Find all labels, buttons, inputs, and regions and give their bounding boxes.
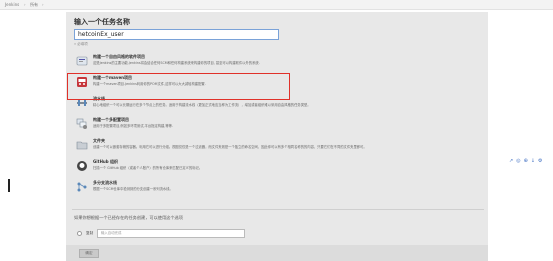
freestyle-project-icon <box>76 56 88 66</box>
job-type-description: 扫描一个 GitHub 组织（或者个人账户）的所有仓库来匹配已定义的标记。 <box>93 166 203 170</box>
job-type-description: 精心地组织一个可以长期运行在多个节点上的任务。适用于构建流水线（更加正式地应当称… <box>93 103 311 107</box>
target-icon[interactable]: ◎ <box>516 158 520 165</box>
add-icon[interactable]: ⊕ <box>524 158 528 165</box>
breadcrumb-separator-2: › <box>42 2 44 7</box>
selection-highlight <box>67 73 290 100</box>
github-org-icon <box>77 161 87 171</box>
breadcrumb-all[interactable]: 所有 <box>30 0 38 9</box>
multi-config-icon <box>76 118 87 129</box>
left-edge-marker <box>8 179 10 192</box>
required-hint: » 必填项 <box>74 42 88 46</box>
new-item-panel: 输入一个任务名称 hetcoinEx_user » 必填项 构建一个自由风格的软… <box>66 12 488 261</box>
share-icon[interactable]: ↗ <box>509 158 513 165</box>
button-bar: 确定 <box>66 245 488 261</box>
job-type-folder[interactable]: 文件夹 创建一个可以嵌套存储的容器。利用它可以进行分组。视图仅仅是一个过滤器，而… <box>70 136 484 156</box>
job-type-multibranch[interactable]: 多分支流水线 根据一个SCM仓库中检测到的分支创建一系列流水线。 <box>70 178 484 198</box>
item-name-input[interactable]: hetcoinEx_user <box>74 29 279 40</box>
job-type-freestyle[interactable]: 构建一个自由风格的软件项目 这是Jenkins的主要功能.Jenkins将会结合… <box>70 52 484 72</box>
job-type-description: 根据一个SCM仓库中检测到的分支创建一系列流水线。 <box>93 187 173 191</box>
breadcrumb-bar: Jenkins › 所有 › <box>0 0 553 10</box>
job-type-github-org[interactable]: GitHub 组织 扫描一个 GitHub 组织（或者个人账户）的所有仓库来匹配… <box>70 157 484 177</box>
breadcrumb-separator: › <box>24 2 26 7</box>
job-type-description: 适用于多配置项目,例如多环境测试,平台指定构建,等等. <box>93 124 174 128</box>
copy-label: 复制 <box>86 231 94 235</box>
copy-from-input[interactable]: 输入自动完成 <box>97 229 245 238</box>
breadcrumb-jenkins[interactable]: Jenkins <box>5 0 19 9</box>
page-title: 输入一个任务名称 <box>74 18 130 26</box>
download-icon[interactable]: ↓ <box>531 158 535 165</box>
folder-icon <box>76 141 88 150</box>
ok-button[interactable]: 确定 <box>79 249 99 258</box>
settings-icon[interactable]: ⚙ <box>538 158 542 165</box>
copy-from-text: 如果你想根据一个已经存在的任务创建，可以使用这个选项 <box>74 215 183 220</box>
side-toolbar: ↗ ◎ ⊕ ↓ ⚙ <box>509 158 542 165</box>
job-type-description: 这是Jenkins的主要功能.Jenkins将会结合任何SCM和任何构建系统来构… <box>93 61 260 65</box>
job-type-multi-config[interactable]: 构建一个多配置项目 适用于多配置项目,例如多环境测试,平台指定构建,等等. <box>70 115 484 135</box>
copy-radio[interactable] <box>77 231 82 236</box>
multibranch-icon <box>77 182 87 192</box>
section-divider <box>72 209 484 210</box>
job-type-description: 创建一个可以嵌套存储的容器。利用它可以进行分组。视图仅仅是一个过滤器，而文件夹则… <box>93 145 367 149</box>
